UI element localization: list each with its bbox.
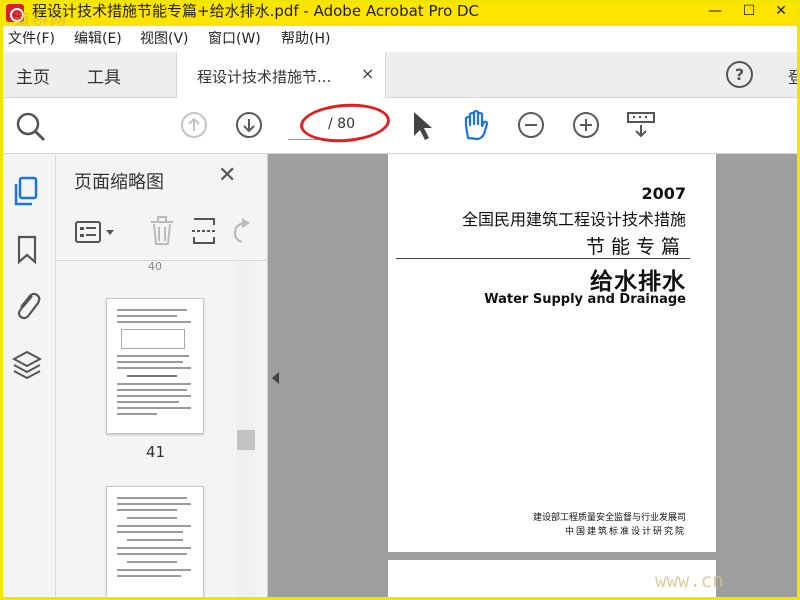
search-icon[interactable] <box>14 110 48 144</box>
collapse-panel-arrow-icon[interactable] <box>272 372 279 384</box>
document-title: 全国民用建筑工程设计技术措施 <box>461 210 686 229</box>
thumbnail-label-previous: 40 <box>148 260 162 273</box>
attachment-icon[interactable] <box>12 288 42 322</box>
minus-icon <box>525 124 537 126</box>
hand-tool-icon[interactable] <box>460 108 492 142</box>
title-divider <box>396 258 690 259</box>
crop-page-icon[interactable] <box>190 215 218 247</box>
layers-icon[interactable] <box>12 348 42 382</box>
tab-home[interactable]: 主页 <box>16 63 50 88</box>
document-subtitle: 节能专篇 <box>585 236 686 258</box>
thumbnail-list[interactable] <box>56 262 236 600</box>
document-english-title: Water Supply and Drainage <box>484 292 686 307</box>
previous-page-button[interactable] <box>181 112 207 138</box>
tab-bar: 主页 工具 <box>0 52 800 98</box>
publisher-line-2: 中国建筑标准设计研究院 <box>564 527 686 537</box>
tab-document[interactable]: 程设计技术措施节... × <box>176 52 386 98</box>
page-thumbnails-icon[interactable] <box>12 176 42 208</box>
close-window-button[interactable]: ✕ <box>766 0 796 24</box>
menu-window[interactable]: 窗口(W) <box>208 29 261 49</box>
window-title: 程设计技术措施节能专篇+给水排水.pdf - Adobe Acrobat Pro… <box>32 2 480 20</box>
zoom-out-button[interactable] <box>518 112 544 138</box>
minimize-button[interactable]: — <box>700 0 730 24</box>
thumbnail-page-41[interactable] <box>106 298 204 434</box>
navigation-rail <box>0 154 56 600</box>
toolbar <box>0 98 800 154</box>
thumbnails-toolbar <box>56 205 268 261</box>
menu-help[interactable]: 帮助(H) <box>281 29 330 49</box>
plus-icon <box>580 119 592 131</box>
scrollbar-thumb[interactable] <box>237 430 255 450</box>
title-bar: 道桥网 程设计技术措施节能专篇+给水排水.pdf - Adobe Acrobat… <box>0 0 800 29</box>
menu-file[interactable]: 文件(F) <box>8 29 55 49</box>
page-display-icon[interactable] <box>626 110 656 140</box>
document-year: 2007 <box>641 184 686 203</box>
delete-icon[interactable] <box>148 215 176 247</box>
menu-bar: 文件(F) 编辑(E) 视图(V) 窗口(W) 帮助(H) <box>0 26 800 52</box>
thumbnails-panel-title: 页面缩略图 <box>74 172 164 193</box>
select-cursor-icon[interactable] <box>410 110 434 142</box>
close-panel-button[interactable]: ✕ <box>218 163 236 188</box>
tab-tools[interactable]: 工具 <box>87 63 121 88</box>
document-topic: 给水排水 <box>590 269 686 295</box>
pdf-page: 2007 全国民用建筑工程设计技术措施 节能专篇 给水排水 Water Supp… <box>388 154 716 552</box>
thumbnail-options-icon[interactable] <box>74 219 120 245</box>
close-tab-button[interactable]: × <box>361 64 374 83</box>
thumbnail-label: 41 <box>146 443 166 461</box>
rotate-icon[interactable] <box>230 217 254 245</box>
menu-view[interactable]: 视图(V) <box>140 29 189 49</box>
maximize-button[interactable]: ☐ <box>734 0 764 24</box>
thumbnail-page-42[interactable] <box>106 486 204 600</box>
watermark-url: www.cn <box>655 570 724 592</box>
menu-edit[interactable]: 编辑(E) <box>74 29 122 49</box>
sign-in-button[interactable]: 登 <box>788 64 800 88</box>
publisher-line-1: 建设部工程质量安全监督与行业发展司 <box>532 513 686 523</box>
arrow-up-icon <box>188 117 200 131</box>
document-tab-label: 程设计技术措施节... <box>197 68 332 86</box>
zoom-in-button[interactable] <box>573 112 599 138</box>
help-icon[interactable]: ? <box>726 61 753 88</box>
bookmark-icon[interactable] <box>12 234 42 266</box>
arrow-down-icon <box>243 119 255 133</box>
next-page-button[interactable] <box>236 112 262 138</box>
